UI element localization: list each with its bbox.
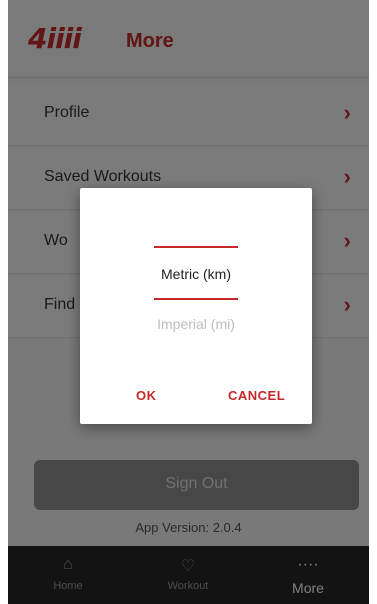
app-screen: 4iiii More Profile › Saved Workouts › Wo… bbox=[8, 0, 369, 604]
picker-divider-bottom bbox=[154, 298, 238, 300]
ok-button[interactable]: OK bbox=[136, 388, 157, 403]
option-metric[interactable]: Metric (km) bbox=[80, 266, 312, 282]
picker-divider-top bbox=[154, 246, 238, 248]
cancel-button[interactable]: CANCEL bbox=[228, 388, 285, 403]
option-imperial[interactable]: Imperial (mi) bbox=[80, 316, 312, 332]
units-dialog: Metric (km) Imperial (mi) OK CANCEL bbox=[80, 188, 312, 424]
